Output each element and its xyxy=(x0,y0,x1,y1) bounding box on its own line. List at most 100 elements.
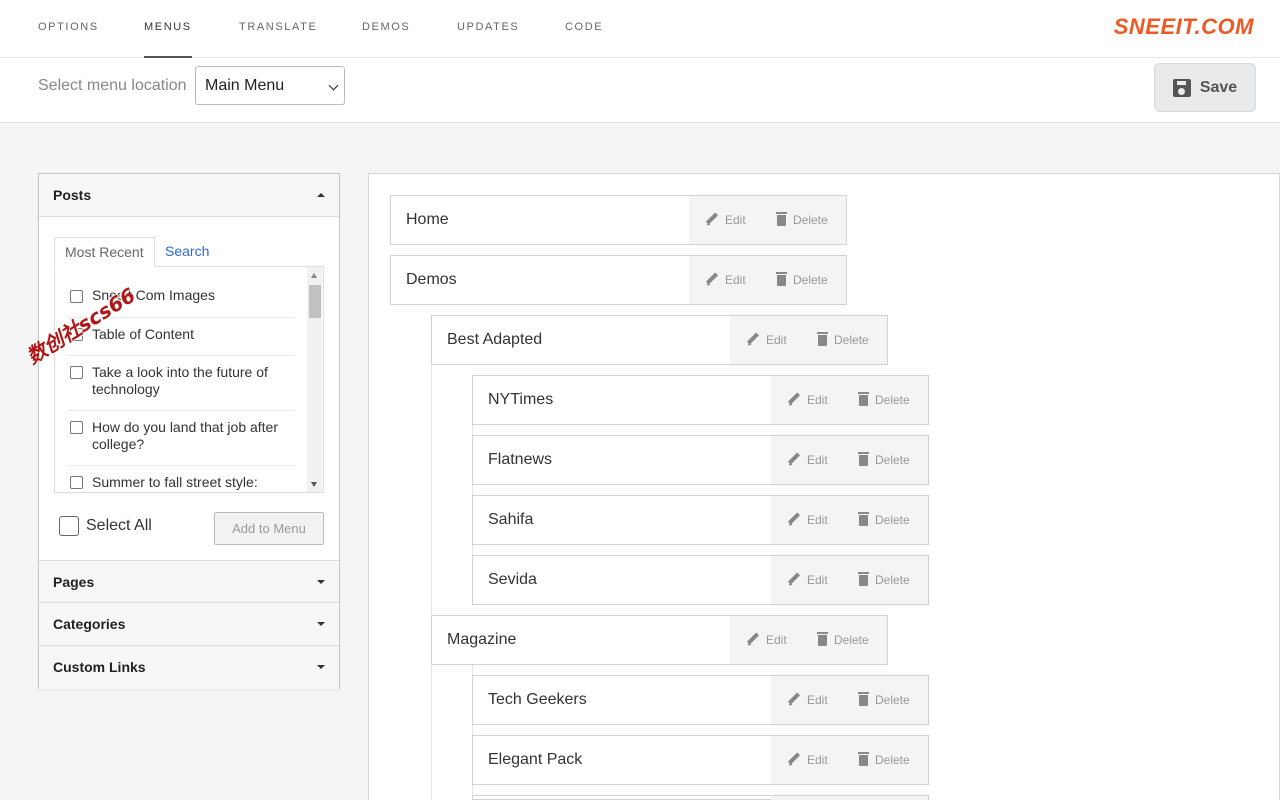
posts-scrollbar[interactable] xyxy=(307,267,322,492)
delete-button[interactable]: Delete xyxy=(817,316,869,364)
edit-label: Edit xyxy=(766,333,787,347)
delete-label: Delete xyxy=(834,333,869,347)
scroll-up-icon[interactable] xyxy=(311,273,317,278)
menu-tree-item[interactable]: Magazine Edit Delete xyxy=(431,615,888,665)
edit-button[interactable]: Edit xyxy=(787,376,828,424)
pencil-icon xyxy=(746,333,759,346)
pencil-icon xyxy=(787,573,800,586)
menu-tree-item[interactable]: Demos Edit Delete xyxy=(390,255,847,305)
list-item[interactable]: Summer to fall street style: xyxy=(67,474,295,492)
pencil-icon xyxy=(787,693,800,706)
tab-updates[interactable]: UPDATES xyxy=(457,0,519,58)
menu-tree-item[interactable]: Best Adapted Edit Delete xyxy=(431,315,888,365)
post-checkbox[interactable] xyxy=(70,290,83,303)
post-checkbox[interactable] xyxy=(70,421,83,434)
trash-icon xyxy=(858,392,869,407)
accordion-posts[interactable]: Posts xyxy=(39,174,339,217)
accordion-pages[interactable]: Pages xyxy=(39,560,339,603)
trash-icon xyxy=(817,332,828,347)
list-item[interactable]: How do you land that job after college? xyxy=(67,419,295,466)
edit-label: Edit xyxy=(807,693,828,707)
delete-button[interactable]: Delete xyxy=(858,436,910,484)
trash-icon xyxy=(858,452,869,467)
delete-label: Delete xyxy=(875,453,910,467)
tab-translate[interactable]: TRANSLATE xyxy=(239,0,317,58)
menu-item-actions: Edit Delete xyxy=(771,436,928,484)
menu-tree-item[interactable]: Flatnews Edit Delete xyxy=(472,435,929,485)
pencil-icon xyxy=(746,633,759,646)
accordion-custom-links[interactable]: Custom Links xyxy=(39,646,339,689)
save-button[interactable]: Save xyxy=(1154,63,1256,112)
list-item[interactable]: Table of Content xyxy=(67,326,295,356)
edit-button[interactable]: Edit xyxy=(705,196,746,244)
delete-button[interactable]: Delete xyxy=(776,256,828,304)
delete-button[interactable]: Delete xyxy=(858,556,910,604)
menu-item-actions: Edit Delete xyxy=(771,376,928,424)
menu-tree-item[interactable]: Elegant Pack Edit Delete xyxy=(472,735,929,785)
delete-button[interactable]: Delete xyxy=(776,196,828,244)
edit-button[interactable]: Edit xyxy=(705,256,746,304)
delete-button[interactable]: Delete xyxy=(858,676,910,724)
menu-item-name: Flatnews xyxy=(488,451,553,468)
trash-icon xyxy=(776,272,787,287)
edit-button[interactable]: Edit xyxy=(787,736,828,784)
post-title: How do you land that job after college? xyxy=(92,419,279,452)
edit-button[interactable]: Edit xyxy=(787,556,828,604)
delete-button[interactable]: Delete xyxy=(858,496,910,544)
menu-tree-item[interactable]: Sahifa Edit Delete xyxy=(472,495,929,545)
delete-button[interactable]: Delete xyxy=(858,736,910,784)
menu-item-actions: Edit Delete xyxy=(689,256,846,304)
menu-item-name: Demos xyxy=(406,271,457,288)
tab-menus[interactable]: MENUS xyxy=(144,0,192,58)
menu-tree-item[interactable]: Home Edit Delete xyxy=(390,195,847,245)
delete-label: Delete xyxy=(875,513,910,527)
tab-demos[interactable]: DEMOS xyxy=(362,0,410,58)
edit-button[interactable]: Edit xyxy=(787,496,828,544)
edit-button[interactable]: Edit xyxy=(787,436,828,484)
brand-logo[interactable]: SNEEIT.COM xyxy=(1114,14,1254,40)
menu-location-bar: Select menu location Main Menu Save xyxy=(0,58,1280,123)
accordion-custom-links-title: Custom Links xyxy=(53,659,146,675)
edit-button[interactable]: Edit xyxy=(787,676,828,724)
menu-tree-item[interactable]: Sevida Edit Delete xyxy=(472,555,929,605)
caret-down-icon xyxy=(317,622,325,626)
delete-button[interactable]: Delete xyxy=(858,376,910,424)
tab-options[interactable]: OPTIONS xyxy=(38,0,99,58)
list-item[interactable]: Take a look into the future of technolog… xyxy=(67,364,295,411)
add-to-menu-button[interactable]: Add to Menu xyxy=(214,512,324,545)
save-button-label: Save xyxy=(1199,78,1238,96)
menu-tree-item-partial[interactable] xyxy=(472,795,929,800)
menu-tree-item[interactable]: Tech Geekers Edit Delete xyxy=(472,675,929,725)
post-checkbox[interactable] xyxy=(70,476,83,489)
scroll-down-icon[interactable] xyxy=(311,482,317,487)
post-checkbox[interactable] xyxy=(70,366,83,379)
trash-icon xyxy=(776,212,787,227)
edit-label: Edit xyxy=(725,213,746,227)
edit-button[interactable]: Edit xyxy=(746,616,787,664)
menu-item-actions xyxy=(771,796,928,800)
delete-label: Delete xyxy=(834,633,869,647)
menu-tree-item[interactable]: NYTimes Edit Delete xyxy=(472,375,929,425)
pencil-icon xyxy=(787,753,800,766)
tab-code[interactable]: CODE xyxy=(565,0,603,58)
edit-button[interactable]: Edit xyxy=(746,316,787,364)
menu-items-panel: Posts Most Recent Search Sneeit.Com Imag… xyxy=(38,173,340,689)
tree-guide-line xyxy=(431,365,432,800)
delete-label: Delete xyxy=(793,213,828,227)
select-all-checkbox[interactable]: Select All xyxy=(59,515,152,537)
menu-item-actions: Edit Delete xyxy=(771,676,928,724)
delete-button[interactable]: Delete xyxy=(817,616,869,664)
menu-item-actions: Edit Delete xyxy=(771,556,928,604)
tab-most-recent[interactable]: Most Recent xyxy=(54,237,155,267)
accordion-posts-title: Posts xyxy=(53,187,92,203)
delete-label: Delete xyxy=(875,693,910,707)
trash-icon xyxy=(817,632,828,647)
menu-location-select[interactable]: Main Menu xyxy=(195,66,345,105)
scrollbar-thumb[interactable] xyxy=(309,285,321,318)
edit-label: Edit xyxy=(766,633,787,647)
accordion-categories[interactable]: Categories xyxy=(39,603,339,646)
tab-search[interactable]: Search xyxy=(155,237,219,267)
pencil-icon xyxy=(787,453,800,466)
menu-item-actions: Edit Delete xyxy=(771,496,928,544)
select-all-box[interactable] xyxy=(59,516,79,536)
